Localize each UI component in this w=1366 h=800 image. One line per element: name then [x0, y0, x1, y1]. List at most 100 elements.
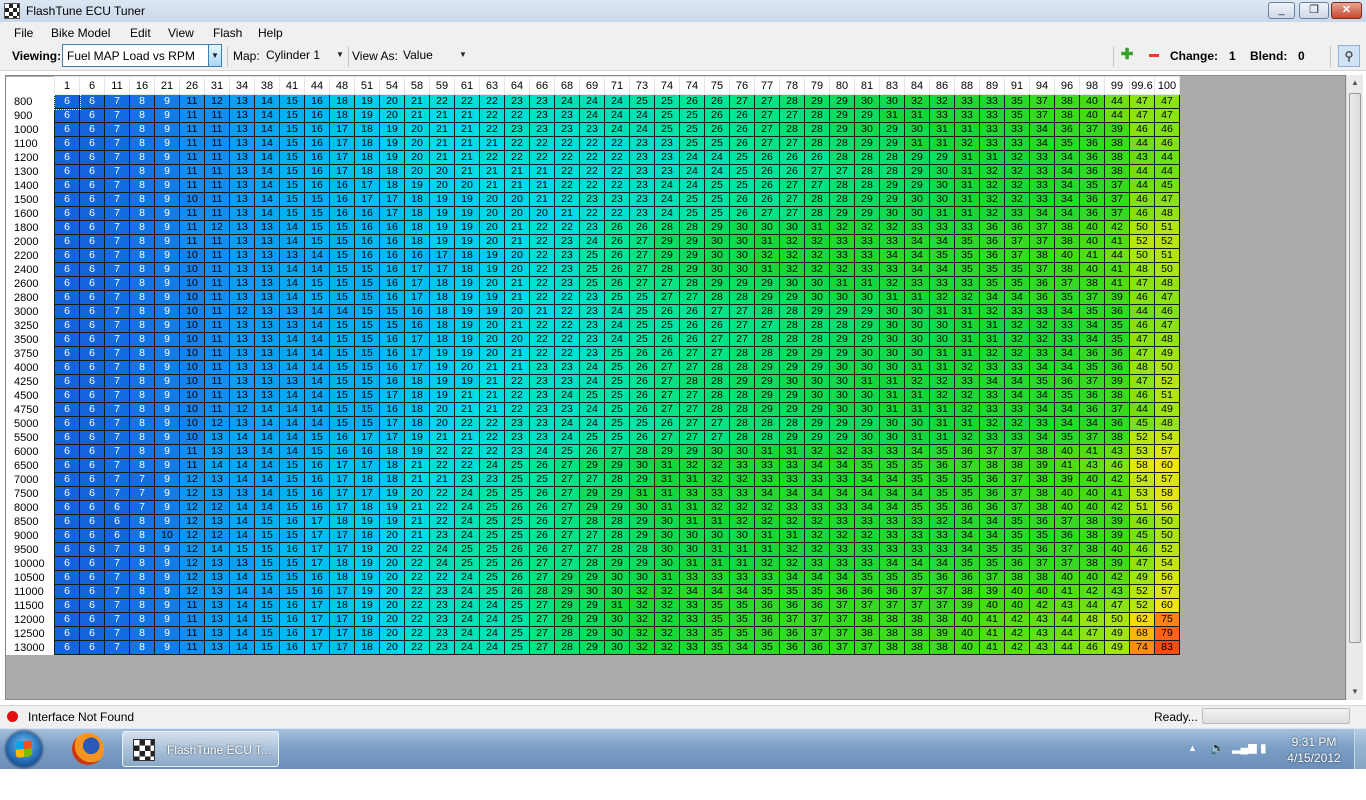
grid-cell[interactable]: 39	[1029, 458, 1055, 473]
grid-cell[interactable]: 21	[429, 472, 455, 487]
grid-cell[interactable]: 18	[354, 136, 380, 151]
grid-cell[interactable]: 32	[629, 584, 655, 599]
grid-cell[interactable]: 40	[1079, 262, 1105, 277]
grid-cell[interactable]: 36	[979, 220, 1005, 235]
grid-cell[interactable]: 23	[604, 192, 630, 207]
grid-cell[interactable]: 10	[179, 416, 205, 431]
grid-cell[interactable]: 34	[1079, 318, 1105, 333]
grid-cell[interactable]: 23	[454, 472, 480, 487]
grid-cell[interactable]: 28	[604, 528, 630, 543]
grid-cell[interactable]: 31	[754, 262, 780, 277]
grid-cell[interactable]: 36	[1004, 220, 1030, 235]
grid-cell[interactable]: 7	[104, 332, 130, 347]
grid-cell[interactable]: 9	[154, 388, 180, 403]
grid-cell[interactable]: 26	[754, 192, 780, 207]
grid-cell[interactable]: 25	[504, 528, 530, 543]
grid-cell[interactable]: 13	[254, 220, 280, 235]
grid-cell[interactable]: 47	[1154, 192, 1180, 207]
grid-cell[interactable]: 18	[429, 290, 455, 305]
grid-cell[interactable]: 24	[429, 556, 455, 571]
grid-cell[interactable]: 18	[354, 640, 380, 655]
grid-cell[interactable]: 15	[379, 304, 405, 319]
grid-cell[interactable]: 38	[1029, 248, 1055, 263]
grid-cell[interactable]: 31	[904, 108, 930, 123]
grid-cell[interactable]: 16	[379, 276, 405, 291]
grid-cell[interactable]: 24	[679, 178, 705, 193]
grid-cell[interactable]: 47	[1129, 346, 1155, 361]
grid-cell[interactable]: 16	[379, 220, 405, 235]
grid-cell[interactable]: 14	[279, 290, 305, 305]
grid-cell[interactable]: 17	[329, 612, 355, 627]
grid-cell[interactable]: 38	[979, 458, 1005, 473]
grid-cell[interactable]: 19	[454, 234, 480, 249]
grid-cell[interactable]: 14	[279, 346, 305, 361]
grid-cell[interactable]: 15	[254, 514, 280, 529]
grid-cell[interactable]: 9	[154, 472, 180, 487]
grid-cell[interactable]: 7	[104, 220, 130, 235]
grid-cell[interactable]: 11	[179, 206, 205, 221]
grid-cell[interactable]: 32	[904, 374, 930, 389]
grid-cell[interactable]: 13	[279, 374, 305, 389]
grid-cell[interactable]: 17	[379, 416, 405, 431]
grid-cell[interactable]: 22	[554, 150, 580, 165]
grid-cell[interactable]: 34	[854, 486, 880, 501]
grid-cell[interactable]: 17	[329, 150, 355, 165]
grid-cell[interactable]: 6	[54, 388, 80, 403]
grid-cell[interactable]: 9	[154, 318, 180, 333]
grid-cell[interactable]: 26	[729, 122, 755, 137]
grid-cell[interactable]: 17	[354, 192, 380, 207]
scroll-up-icon[interactable]: ▲	[1347, 75, 1363, 91]
grid-cell[interactable]: 31	[904, 360, 930, 375]
grid-cell[interactable]: 36	[954, 500, 980, 515]
grid-cell[interactable]: 13	[204, 570, 230, 585]
grid-cell[interactable]: 31	[954, 318, 980, 333]
grid-cell[interactable]: 9	[154, 290, 180, 305]
grid-cell[interactable]: 33	[1029, 150, 1055, 165]
grid-cell[interactable]: 37	[829, 598, 855, 613]
grid-cell[interactable]: 31	[929, 416, 955, 431]
grid-cell[interactable]: 30	[829, 374, 855, 389]
grid-cell[interactable]: 36	[754, 612, 780, 627]
grid-cell[interactable]: 31	[929, 136, 955, 151]
grid-cell[interactable]: 14	[304, 416, 330, 431]
grid-cell[interactable]: 7	[104, 444, 130, 459]
grid-cell[interactable]: 41	[1054, 584, 1080, 599]
grid-cell[interactable]: 54	[1129, 472, 1155, 487]
grid-cell[interactable]: 30	[854, 360, 880, 375]
grid-cell[interactable]: 23	[554, 374, 580, 389]
grid-cell[interactable]: 16	[329, 444, 355, 459]
grid-cell[interactable]: 20	[379, 556, 405, 571]
grid-cell[interactable]: 34	[854, 500, 880, 515]
grid-cell[interactable]: 40	[1054, 570, 1080, 585]
grid-cell[interactable]: 25	[479, 584, 505, 599]
grid-cell[interactable]: 13	[229, 122, 255, 137]
grid-cell[interactable]: 25	[604, 360, 630, 375]
grid-cell[interactable]: 9	[154, 360, 180, 375]
grid-cell[interactable]: 14	[229, 430, 255, 445]
grid-cell[interactable]: 35	[954, 248, 980, 263]
grid-cell[interactable]: 6	[53, 93, 81, 110]
grid-cell[interactable]: 29	[879, 178, 905, 193]
grid-cell[interactable]: 22	[479, 94, 505, 109]
grid-cell[interactable]: 11	[179, 150, 205, 165]
grid-cell[interactable]: 51	[1154, 248, 1180, 263]
grid-cell[interactable]: 8	[129, 584, 155, 599]
grid-cell[interactable]: 11	[179, 444, 205, 459]
grid-cell[interactable]: 15	[354, 360, 380, 375]
grid-cell[interactable]: 58	[1129, 458, 1155, 473]
grid-cell[interactable]: 26	[779, 164, 805, 179]
grid-cell[interactable]: 17	[404, 332, 430, 347]
grid-cell[interactable]: 25	[654, 122, 680, 137]
grid-cell[interactable]: 6	[79, 122, 105, 137]
grid-cell[interactable]: 37	[1004, 248, 1030, 263]
grid-cell[interactable]: 26	[804, 150, 830, 165]
grid-cell[interactable]: 10	[179, 304, 205, 319]
grid-cell[interactable]: 32	[654, 626, 680, 641]
grid-cell[interactable]: 32	[754, 556, 780, 571]
grid-cell[interactable]: 28	[754, 430, 780, 445]
grid-cell[interactable]: 29	[804, 416, 830, 431]
grid-cell[interactable]: 9	[154, 374, 180, 389]
grid-cell[interactable]: 17	[304, 640, 330, 655]
menu-view[interactable]: View	[168, 26, 194, 40]
grid-cell[interactable]: 13	[229, 374, 255, 389]
